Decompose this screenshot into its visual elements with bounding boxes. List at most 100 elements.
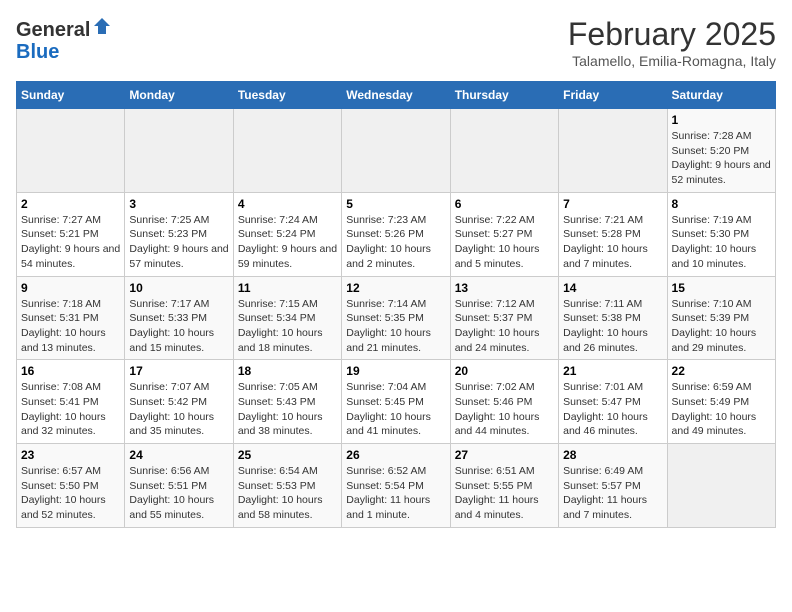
calendar-week-1: 1Sunrise: 7:28 AM Sunset: 5:20 PM Daylig… — [17, 109, 776, 193]
day-info: Sunrise: 7:02 AM Sunset: 5:46 PM Dayligh… — [455, 380, 554, 439]
calendar-body: 1Sunrise: 7:28 AM Sunset: 5:20 PM Daylig… — [17, 109, 776, 528]
weekday-header-thursday: Thursday — [450, 82, 558, 109]
calendar-cell — [342, 109, 450, 193]
day-info: Sunrise: 6:54 AM Sunset: 5:53 PM Dayligh… — [238, 464, 337, 523]
calendar-cell: 19 Sunrise: 7:04 AM Sunset: 5:45 PM Dayli… — [342, 360, 450, 444]
calendar-week-2: 2Sunrise: 7:27 AM Sunset: 5:21 PM Daylig… — [17, 192, 776, 276]
day-info: Sunrise: 7:28 AM Sunset: 5:20 PM Dayligh… — [672, 129, 771, 188]
calendar-cell: 21 Sunrise: 7:01 AM Sunset: 5:47 PM Dayli… — [559, 360, 667, 444]
calendar-cell: 7 Sunrise: 7:21 AM Sunset: 5:28 PM Daylig… — [559, 192, 667, 276]
day-info: Sunrise: 7:04 AM Sunset: 5:45 PM Dayligh… — [346, 380, 445, 439]
weekday-header-monday: Monday — [125, 82, 233, 109]
day-number: 11 — [238, 281, 337, 295]
calendar-cell: 22 Sunrise: 6:59 AM Sunset: 5:49 PM Dayli… — [667, 360, 775, 444]
day-info: Sunrise: 7:19 AM Sunset: 5:30 PM Dayligh… — [672, 213, 771, 272]
weekday-header-saturday: Saturday — [667, 82, 775, 109]
day-info: Sunrise: 7:18 AM Sunset: 5:31 PM Dayligh… — [21, 297, 120, 356]
day-number: 15 — [672, 281, 771, 295]
day-info: Sunrise: 7:22 AM Sunset: 5:27 PM Dayligh… — [455, 213, 554, 272]
weekday-header-wednesday: Wednesday — [342, 82, 450, 109]
calendar-cell — [233, 109, 341, 193]
calendar-week-4: 16 Sunrise: 7:08 AM Sunset: 5:41 PM Dayli… — [17, 360, 776, 444]
day-info: Sunrise: 7:12 AM Sunset: 5:37 PM Dayligh… — [455, 297, 554, 356]
calendar-cell: 14 Sunrise: 7:11 AM Sunset: 5:38 PM Dayli… — [559, 276, 667, 360]
day-number: 2 — [21, 197, 120, 211]
day-info: Sunrise: 7:17 AM Sunset: 5:33 PM Dayligh… — [129, 297, 228, 356]
calendar-cell: 12Sunrise: 7:14 AM Sunset: 5:35 PM Dayli… — [342, 276, 450, 360]
location-subtitle: Talamello, Emilia-Romagna, Italy — [568, 53, 776, 69]
calendar-cell: 16 Sunrise: 7:08 AM Sunset: 5:41 PM Dayli… — [17, 360, 125, 444]
day-number: 21 — [563, 364, 662, 378]
calendar-cell: 25 Sunrise: 6:54 AM Sunset: 5:53 PM Dayli… — [233, 444, 341, 528]
day-number: 7 — [563, 197, 662, 211]
day-number: 27 — [455, 448, 554, 462]
calendar-cell: 9 Sunrise: 7:18 AM Sunset: 5:31 PM Daylig… — [17, 276, 125, 360]
calendar-cell: 24 Sunrise: 6:56 AM Sunset: 5:51 PM Dayli… — [125, 444, 233, 528]
day-number: 10 — [129, 281, 228, 295]
day-info: Sunrise: 6:51 AM Sunset: 5:55 PM Dayligh… — [455, 464, 554, 523]
day-number: 14 — [563, 281, 662, 295]
calendar-cell: 4 Sunrise: 7:24 AM Sunset: 5:24 PM Daylig… — [233, 192, 341, 276]
day-number: 26 — [346, 448, 445, 462]
day-info: Sunrise: 7:24 AM Sunset: 5:24 PM Dayligh… — [238, 213, 337, 272]
calendar-cell: 28 Sunrise: 6:49 AM Sunset: 5:57 PM Dayli… — [559, 444, 667, 528]
calendar-cell: 5Sunrise: 7:23 AM Sunset: 5:26 PM Daylig… — [342, 192, 450, 276]
calendar-cell — [559, 109, 667, 193]
day-info: Sunrise: 7:07 AM Sunset: 5:42 PM Dayligh… — [129, 380, 228, 439]
calendar-cell — [17, 109, 125, 193]
day-number: 13 — [455, 281, 554, 295]
day-info: Sunrise: 7:21 AM Sunset: 5:28 PM Dayligh… — [563, 213, 662, 272]
day-number: 22 — [672, 364, 771, 378]
day-number: 19 — [346, 364, 445, 378]
calendar-cell: 17 Sunrise: 7:07 AM Sunset: 5:42 PM Dayli… — [125, 360, 233, 444]
weekday-header-sunday: Sunday — [17, 82, 125, 109]
day-info: Sunrise: 7:08 AM Sunset: 5:41 PM Dayligh… — [21, 380, 120, 439]
calendar-cell: 11 Sunrise: 7:15 AM Sunset: 5:34 PM Dayli… — [233, 276, 341, 360]
page-header: General Blue February 2025 Talamello, Em… — [16, 16, 776, 69]
day-number: 3 — [129, 197, 228, 211]
day-info: Sunrise: 6:49 AM Sunset: 5:57 PM Dayligh… — [563, 464, 662, 523]
day-info: Sunrise: 6:52 AM Sunset: 5:54 PM Dayligh… — [346, 464, 445, 523]
day-info: Sunrise: 6:56 AM Sunset: 5:51 PM Dayligh… — [129, 464, 228, 523]
calendar-header: SundayMondayTuesdayWednesdayThursdayFrid… — [17, 82, 776, 109]
logo: General Blue — [16, 16, 112, 63]
day-number: 16 — [21, 364, 120, 378]
day-number: 28 — [563, 448, 662, 462]
day-number: 9 — [21, 281, 120, 295]
day-info: Sunrise: 7:23 AM Sunset: 5:26 PM Dayligh… — [346, 213, 445, 272]
weekday-header-friday: Friday — [559, 82, 667, 109]
logo-blue: Blue — [16, 41, 59, 63]
logo-icon — [92, 16, 112, 36]
calendar-cell: 10 Sunrise: 7:17 AM Sunset: 5:33 PM Dayli… — [125, 276, 233, 360]
calendar-cell: 8 Sunrise: 7:19 AM Sunset: 5:30 PM Daylig… — [667, 192, 775, 276]
calendar-cell: 3 Sunrise: 7:25 AM Sunset: 5:23 PM Daylig… — [125, 192, 233, 276]
calendar-cell: 27 Sunrise: 6:51 AM Sunset: 5:55 PM Dayli… — [450, 444, 558, 528]
day-number: 4 — [238, 197, 337, 211]
calendar-cell: 1Sunrise: 7:28 AM Sunset: 5:20 PM Daylig… — [667, 109, 775, 193]
calendar-table: SundayMondayTuesdayWednesdayThursdayFrid… — [16, 81, 776, 528]
day-info: Sunrise: 7:11 AM Sunset: 5:38 PM Dayligh… — [563, 297, 662, 356]
day-number: 18 — [238, 364, 337, 378]
calendar-week-5: 23Sunrise: 6:57 AM Sunset: 5:50 PM Dayli… — [17, 444, 776, 528]
day-info: Sunrise: 7:01 AM Sunset: 5:47 PM Dayligh… — [563, 380, 662, 439]
day-info: Sunrise: 6:57 AM Sunset: 5:50 PM Dayligh… — [21, 464, 120, 523]
day-info: Sunrise: 7:05 AM Sunset: 5:43 PM Dayligh… — [238, 380, 337, 439]
calendar-cell: 18 Sunrise: 7:05 AM Sunset: 5:43 PM Dayli… — [233, 360, 341, 444]
day-info: Sunrise: 7:25 AM Sunset: 5:23 PM Dayligh… — [129, 213, 228, 272]
calendar-week-3: 9 Sunrise: 7:18 AM Sunset: 5:31 PM Daylig… — [17, 276, 776, 360]
calendar-cell: 26 Sunrise: 6:52 AM Sunset: 5:54 PM Dayli… — [342, 444, 450, 528]
weekday-header-tuesday: Tuesday — [233, 82, 341, 109]
day-number: 8 — [672, 197, 771, 211]
day-number: 25 — [238, 448, 337, 462]
day-number: 17 — [129, 364, 228, 378]
calendar-cell — [667, 444, 775, 528]
calendar-cell: 23Sunrise: 6:57 AM Sunset: 5:50 PM Dayli… — [17, 444, 125, 528]
weekday-row: SundayMondayTuesdayWednesdayThursdayFrid… — [17, 82, 776, 109]
day-number: 6 — [455, 197, 554, 211]
day-info: Sunrise: 6:59 AM Sunset: 5:49 PM Dayligh… — [672, 380, 771, 439]
day-info: Sunrise: 7:15 AM Sunset: 5:34 PM Dayligh… — [238, 297, 337, 356]
title-block: February 2025 Talamello, Emilia-Romagna,… — [568, 16, 776, 69]
day-number: 24 — [129, 448, 228, 462]
calendar-cell: 13 Sunrise: 7:12 AM Sunset: 5:37 PM Dayli… — [450, 276, 558, 360]
calendar-cell: 6 Sunrise: 7:22 AM Sunset: 5:27 PM Daylig… — [450, 192, 558, 276]
